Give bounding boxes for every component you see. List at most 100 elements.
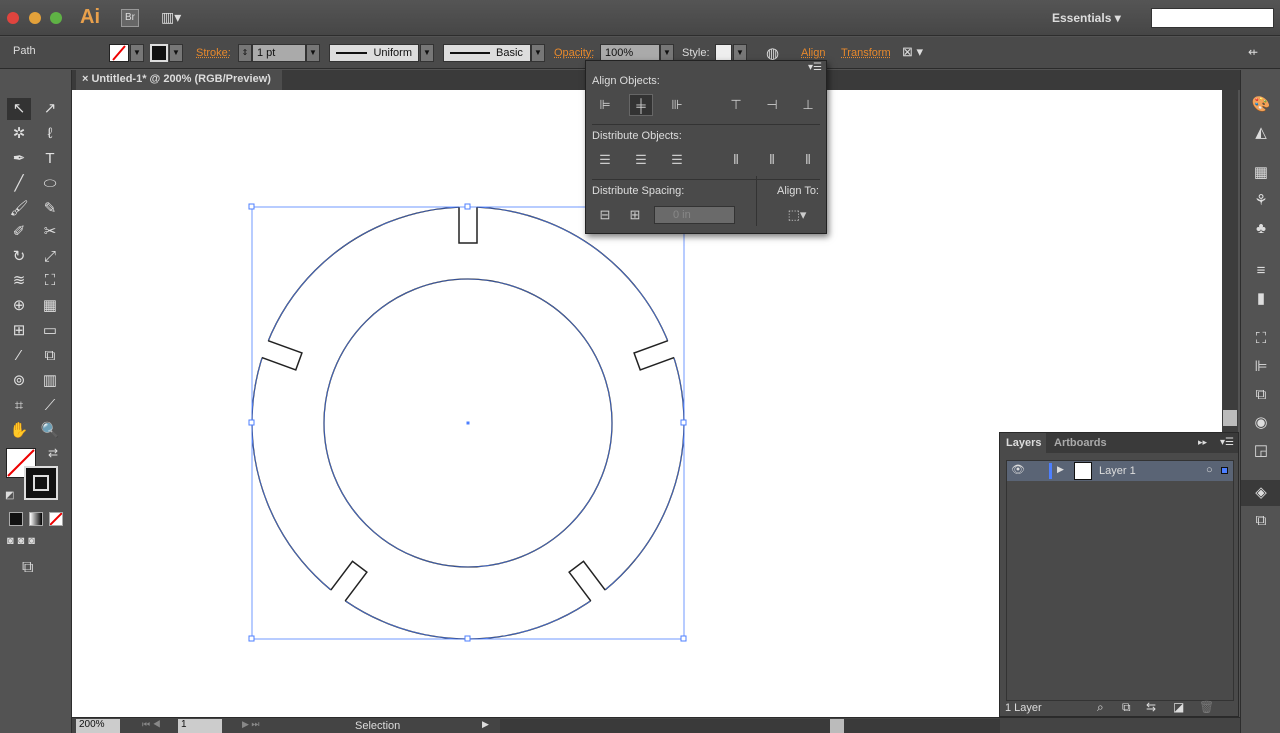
stroke-color-icon[interactable]	[24, 466, 58, 500]
vertical-distribute-bottom-icon[interactable]: ☰	[665, 149, 689, 171]
scissors-tool-icon[interactable]: ✂	[38, 221, 62, 243]
color-panel-icon[interactable]: 🎨	[1241, 92, 1280, 118]
spacing-input[interactable]: 0 in	[654, 206, 735, 224]
line-tool-icon[interactable]: ╱	[7, 173, 31, 195]
resize-handle[interactable]	[464, 203, 471, 210]
brush-definition[interactable]: Basic	[443, 44, 531, 62]
document-tab[interactable]: × Untitled-1* @ 200% (RGB/Preview)	[76, 70, 282, 90]
zoom-level-field[interactable]: 200%	[76, 719, 120, 733]
opacity-label[interactable]: Opacity:	[554, 47, 594, 59]
graphic-styles-icon[interactable]: ◲	[1241, 438, 1280, 464]
selection-tool-icon[interactable]: ↖	[7, 98, 31, 120]
panel-menu-icon[interactable]: ▾☰	[808, 62, 822, 73]
perspective-grid-tool-icon[interactable]: ▦	[38, 295, 62, 317]
gradient-tool-icon[interactable]: ▭	[38, 320, 62, 342]
gradient-mode-icon[interactable]	[29, 512, 43, 526]
resize-handle[interactable]	[680, 635, 687, 642]
minimize-window-button[interactable]	[29, 12, 41, 24]
make-clipping-mask-icon[interactable]: ⧉	[1122, 700, 1131, 715]
swatches-panel-icon[interactable]: ▦	[1241, 160, 1280, 186]
align-link[interactable]: Align	[801, 47, 825, 59]
pathfinder-panel-icon[interactable]: ⧉	[1241, 382, 1280, 408]
locate-object-icon[interactable]: ⌕	[1097, 700, 1104, 715]
selection-indicator[interactable]	[1221, 467, 1228, 474]
align-to-dropdown[interactable]: ⬚▾	[782, 204, 812, 226]
artboard-prev-icons[interactable]: ⏮ ◀	[142, 719, 161, 730]
magic-wand-tool-icon[interactable]: ✲	[7, 123, 31, 145]
artboard-tool-icon[interactable]: ⌗	[7, 395, 31, 417]
vertical-align-bottom-icon[interactable]: ⊥	[796, 94, 820, 116]
profile-dropdown[interactable]: ▼	[420, 44, 434, 62]
resize-handle[interactable]	[248, 419, 255, 426]
variable-width-profile[interactable]: Uniform	[329, 44, 419, 62]
free-transform-tool-icon[interactable]: ⛶	[38, 270, 62, 292]
symbols-panel-icon[interactable]: ♣	[1241, 216, 1280, 242]
horizontal-align-right-icon[interactable]: ⊪	[665, 94, 689, 116]
gradient-panel-icon[interactable]: ▮	[1241, 286, 1280, 312]
fill-dropdown[interactable]: ▼	[130, 44, 144, 62]
resize-handle[interactable]	[248, 635, 255, 642]
swap-colors-icon[interactable]: ⇄	[48, 446, 58, 460]
pencil-tool-icon[interactable]: ✎	[38, 198, 62, 220]
direct-selection-tool-icon[interactable]: ↗	[38, 98, 62, 120]
expand-layer-icon[interactable]: ▶	[1057, 464, 1064, 475]
zoom-window-button[interactable]	[50, 12, 62, 24]
delete-layer-icon[interactable]: 🗑	[1199, 700, 1214, 714]
tab-artboards[interactable]: Artboards	[1048, 433, 1114, 453]
screen-mode-icon[interactable]: ⧉	[22, 559, 33, 577]
new-sublayer-icon[interactable]: ⇆	[1146, 700, 1156, 714]
horizontal-align-left-icon[interactable]: ⊫	[593, 94, 617, 116]
search-input[interactable]	[1151, 8, 1274, 28]
transform-panel-icon[interactable]: ⛶	[1241, 326, 1280, 352]
horizontal-scrollbar[interactable]	[500, 719, 1000, 733]
tab-layers[interactable]: Layers	[1000, 433, 1046, 453]
workspace-switcher[interactable]: Essentials ▾	[1052, 11, 1121, 25]
new-layer-icon[interactable]: ◪	[1173, 700, 1184, 714]
color-mode-icon[interactable]	[9, 512, 23, 526]
fill-swatch[interactable]	[109, 44, 129, 62]
mesh-tool-icon[interactable]: ⊞	[7, 320, 31, 342]
resize-handle[interactable]	[464, 635, 471, 642]
layers-menu-icon[interactable]: ▾☰	[1220, 437, 1234, 448]
bridge-button[interactable]: Br	[121, 9, 139, 27]
artboard-next-icons[interactable]: ▶ ⏭	[242, 719, 260, 730]
layer-row[interactable]: 👁 ▶ Layer 1 ○	[1007, 461, 1233, 481]
stroke-swatch[interactable]	[150, 44, 168, 62]
blob-brush-tool-icon[interactable]: ✐	[7, 221, 31, 243]
blend-tool-icon[interactable]: ⧉	[38, 345, 62, 367]
stroke-panel-icon[interactable]: ≡	[1241, 258, 1280, 284]
column-graph-tool-icon[interactable]: ▥	[38, 370, 62, 392]
type-tool-icon[interactable]: T	[38, 148, 62, 170]
vertical-align-top-icon[interactable]: ⊤	[724, 94, 748, 116]
zoom-tool-icon[interactable]: 🔍	[38, 420, 62, 442]
horizontal-distribute-right-icon[interactable]: ⫴	[796, 149, 820, 171]
shape-builder-tool-icon[interactable]: ⊕	[7, 295, 31, 317]
resize-handle[interactable]	[248, 203, 255, 210]
arrange-documents-button[interactable]: ▥▾	[161, 9, 187, 27]
layer-name[interactable]: Layer 1	[1099, 465, 1136, 477]
vertical-distribute-center-icon[interactable]: ☰	[629, 149, 653, 171]
brushes-panel-icon[interactable]: ⚘	[1241, 188, 1280, 214]
horizontal-align-center-icon[interactable]: ╪	[629, 94, 653, 116]
appearance-panel-icon[interactable]: ◉	[1241, 410, 1280, 436]
color-guide-icon[interactable]: ◭	[1241, 120, 1280, 146]
vertical-distribute-top-icon[interactable]: ☰	[593, 149, 617, 171]
slice-tool-icon[interactable]: ⟋	[38, 395, 62, 417]
collapse-panel-icon[interactable]: ▸▸	[1198, 437, 1207, 448]
visibility-eye-icon[interactable]: 👁	[1011, 463, 1025, 476]
rotate-tool-icon[interactable]: ↻	[7, 246, 31, 268]
stroke-dropdown[interactable]: ▼	[169, 44, 183, 62]
horizontal-distribute-center-icon[interactable]: ⫴	[760, 149, 784, 171]
brush-dropdown[interactable]: ▼	[531, 44, 545, 62]
stroke-stepper[interactable]: ⇕	[238, 44, 252, 62]
drawing-modes-icon[interactable]: ◙◙◙	[7, 535, 67, 551]
artboard-number-field[interactable]: 1	[178, 719, 222, 733]
hand-tool-icon[interactable]: ✋	[7, 420, 31, 442]
stroke-weight-input[interactable]: 1 pt	[252, 44, 306, 62]
stroke-label[interactable]: Stroke:	[196, 47, 231, 59]
vertical-align-center-icon[interactable]: ⊣	[760, 94, 784, 116]
close-window-button[interactable]	[7, 12, 19, 24]
horizontal-distribute-space-icon[interactable]: ⊞	[623, 204, 647, 226]
ellipse-tool-icon[interactable]: ⬭	[38, 173, 62, 195]
stroke-weight-dropdown[interactable]: ▼	[306, 44, 320, 62]
